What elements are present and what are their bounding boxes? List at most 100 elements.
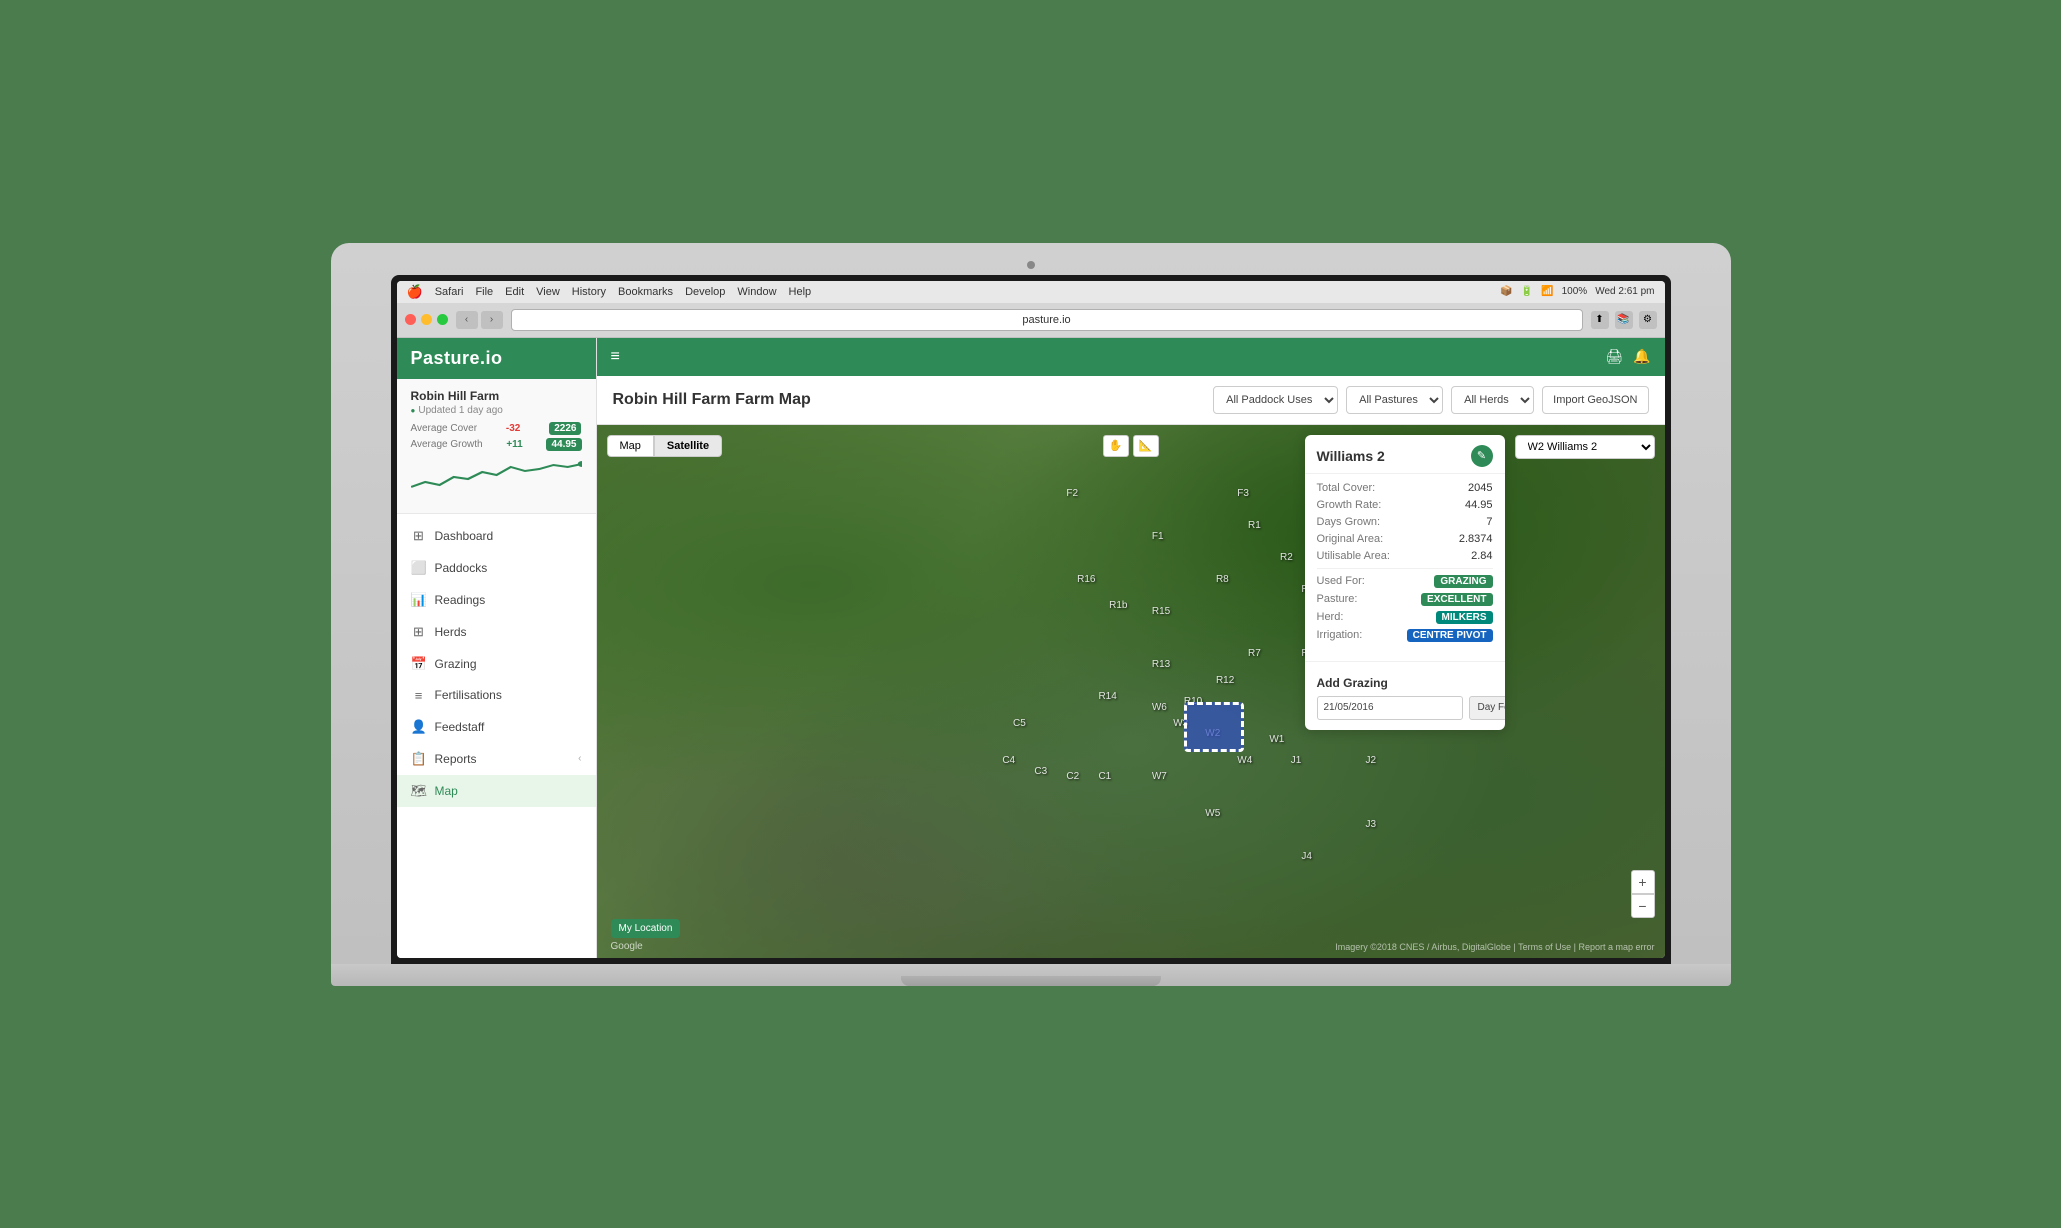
- history-menu[interactable]: History: [572, 286, 606, 298]
- sidebar-item-readings[interactable]: 📊 Readings: [397, 584, 596, 616]
- sidebar-item-grazing[interactable]: 📅 Grazing: [397, 648, 596, 680]
- panel-body: Total Cover: 2045 Growth Rate: 44.95: [1305, 474, 1505, 655]
- zoom-in-button[interactable]: +: [1631, 870, 1655, 894]
- dropbox-icon: 📦: [1500, 286, 1512, 297]
- pasture-row: Pasture: EXCELLENT: [1317, 593, 1493, 606]
- update-indicator: ●: [411, 406, 416, 415]
- sidebar-item-fertilisations[interactable]: ≡ Fertilisations: [397, 680, 596, 711]
- total-cover-value: 2045: [1468, 482, 1492, 494]
- import-geojson-button[interactable]: Import GeoJSON: [1542, 386, 1648, 414]
- ruler-tool-button[interactable]: 📐: [1133, 435, 1159, 457]
- paddock-label-r1b: R1b: [1109, 600, 1127, 611]
- my-location-button[interactable]: My Location: [611, 919, 681, 938]
- sidebar-item-reports[interactable]: 📋 Reports ‹: [397, 743, 596, 775]
- window-menu[interactable]: Window: [737, 286, 776, 298]
- paddock-label-c4: C4: [1002, 755, 1015, 766]
- avg-growth-label: Average Growth: [411, 439, 483, 450]
- days-grown-row: Days Grown: 7: [1317, 516, 1493, 528]
- farm-info-panel: Robin Hill Farm ● Updated 1 day ago Aver…: [397, 379, 596, 514]
- sidebar-item-feedstaff[interactable]: 👤 Feedstaff: [397, 711, 596, 743]
- notification-icon[interactable]: 🔔: [1633, 348, 1650, 365]
- tab-satellite[interactable]: Satellite: [654, 435, 722, 457]
- selected-paddock-w2[interactable]: [1184, 702, 1244, 752]
- apple-icon[interactable]: 🍎: [407, 284, 423, 300]
- dashboard-label: Dashboard: [435, 529, 494, 543]
- sidebar-item-map[interactable]: 🗺 Map: [397, 775, 596, 807]
- paddock-label-f1: F1: [1152, 531, 1164, 542]
- avg-cover-row: Average Cover -32 2226: [411, 422, 582, 435]
- pastures-filter[interactable]: All Pastures: [1346, 386, 1443, 414]
- map-tools: ✋ 📐: [1103, 435, 1159, 457]
- paddock-label-r12: R12: [1216, 675, 1234, 686]
- os-menubar: 🍎 Safari File Edit View History Bookmark…: [397, 281, 1665, 303]
- edit-icon: ✎: [1477, 449, 1486, 462]
- map-view: Map Satellite ✋ 📐: [597, 425, 1665, 958]
- share-icon[interactable]: ⬆: [1591, 311, 1609, 329]
- pasture-label: Pasture:: [1317, 593, 1358, 605]
- google-watermark: Google: [611, 941, 643, 952]
- view-menu[interactable]: View: [536, 286, 560, 298]
- feedstaff-icon: 👤: [411, 719, 427, 735]
- herds-filter[interactable]: All Herds: [1451, 386, 1534, 414]
- edit-menu[interactable]: Edit: [505, 286, 524, 298]
- hamburger-menu[interactable]: ≡: [611, 348, 620, 366]
- sidebar-item-paddocks[interactable]: ⬜ Paddocks: [397, 552, 596, 584]
- sidebar-item-dashboard[interactable]: ⊞ Dashboard: [397, 520, 596, 552]
- file-menu[interactable]: File: [475, 286, 493, 298]
- safari-menu[interactable]: Safari: [435, 286, 464, 298]
- panel-edit-button[interactable]: ✎: [1471, 445, 1493, 467]
- wifi-icon: 📶: [1541, 286, 1553, 297]
- grazing-type-select[interactable]: Day Feed: [1469, 696, 1505, 720]
- map-icon: 🗺: [411, 783, 427, 799]
- bookmarks-menu[interactable]: Bookmarks: [618, 286, 673, 298]
- farm-stats: Average Cover -32 2226 Average Growth +1…: [411, 422, 582, 451]
- paddock-label-r14: R14: [1098, 691, 1116, 702]
- develop-menu[interactable]: Develop: [685, 286, 725, 298]
- help-menu[interactable]: Help: [789, 286, 812, 298]
- reports-icon: 📋: [411, 751, 427, 767]
- growth-rate-value: 44.95: [1465, 499, 1493, 511]
- panel-header: Williams 2 ✎: [1305, 435, 1505, 474]
- address-bar[interactable]: pasture.io: [511, 309, 1583, 331]
- map-container[interactable]: Map Satellite ✋ 📐: [597, 425, 1665, 958]
- sidebar-item-herds[interactable]: ⊞ Herds: [397, 616, 596, 648]
- extensions-icon[interactable]: ⚙: [1639, 311, 1657, 329]
- main-content: ≡ 🖨 🔔 Robin Hill Farm Farm Map A: [597, 338, 1665, 958]
- dashboard-icon: ⊞: [411, 528, 427, 544]
- map-zoom-controls: + −: [1631, 870, 1655, 918]
- fullscreen-button[interactable]: [437, 314, 448, 325]
- paddock-selector-dropdown[interactable]: W2 Williams 2: [1515, 435, 1655, 459]
- herds-icon: ⊞: [411, 624, 427, 640]
- used-for-row: Used For: GRAZING: [1317, 575, 1493, 588]
- print-icon[interactable]: 🖨: [1605, 348, 1623, 365]
- add-grazing-title: Add Grazing: [1317, 676, 1493, 690]
- clock: Wed 2:61 pm: [1595, 286, 1654, 297]
- zoom-out-button[interactable]: −: [1631, 894, 1655, 918]
- herd-value: MILKERS: [1436, 611, 1493, 624]
- browser-chrome: ‹ › pasture.io ⬆ 📚 ⚙: [397, 303, 1665, 338]
- paddocks-icon: ⬜: [411, 560, 427, 576]
- hand-tool-button[interactable]: ✋: [1103, 435, 1129, 457]
- logo-text: Pasture.io: [411, 348, 503, 368]
- fertilisations-label: Fertilisations: [435, 688, 502, 702]
- close-button[interactable]: [405, 314, 416, 325]
- minimize-button[interactable]: [421, 314, 432, 325]
- bookmark-icon[interactable]: 📚: [1615, 311, 1633, 329]
- paddock-label-r2: R2: [1280, 552, 1293, 563]
- nav-menu: ⊞ Dashboard ⬜ Paddocks 📊 Readings: [397, 514, 596, 958]
- add-grazing-row: Day Feed Add: [1317, 696, 1493, 720]
- paddock-label-f3: F3: [1237, 488, 1249, 499]
- screen-lid: 🍎 Safari File Edit View History Bookmark…: [331, 243, 1731, 964]
- paddock-label-j1: J1: [1291, 755, 1302, 766]
- irrigation-label: Irrigation:: [1317, 629, 1363, 641]
- growth-rate-row: Growth Rate: 44.95: [1317, 499, 1493, 511]
- forward-button[interactable]: ›: [481, 311, 503, 329]
- macbook-base: [331, 964, 1731, 986]
- avg-cover-value: 2226: [549, 422, 581, 435]
- paddock-label-w6: W6: [1152, 702, 1167, 713]
- grazing-date-input[interactable]: [1317, 696, 1463, 720]
- back-button[interactable]: ‹: [456, 311, 478, 329]
- paddock-uses-filter[interactable]: All Paddock Uses: [1213, 386, 1338, 414]
- tab-map[interactable]: Map: [607, 435, 654, 457]
- app-layout: Pasture.io Robin Hill Farm ● Updated 1 d…: [397, 338, 1665, 958]
